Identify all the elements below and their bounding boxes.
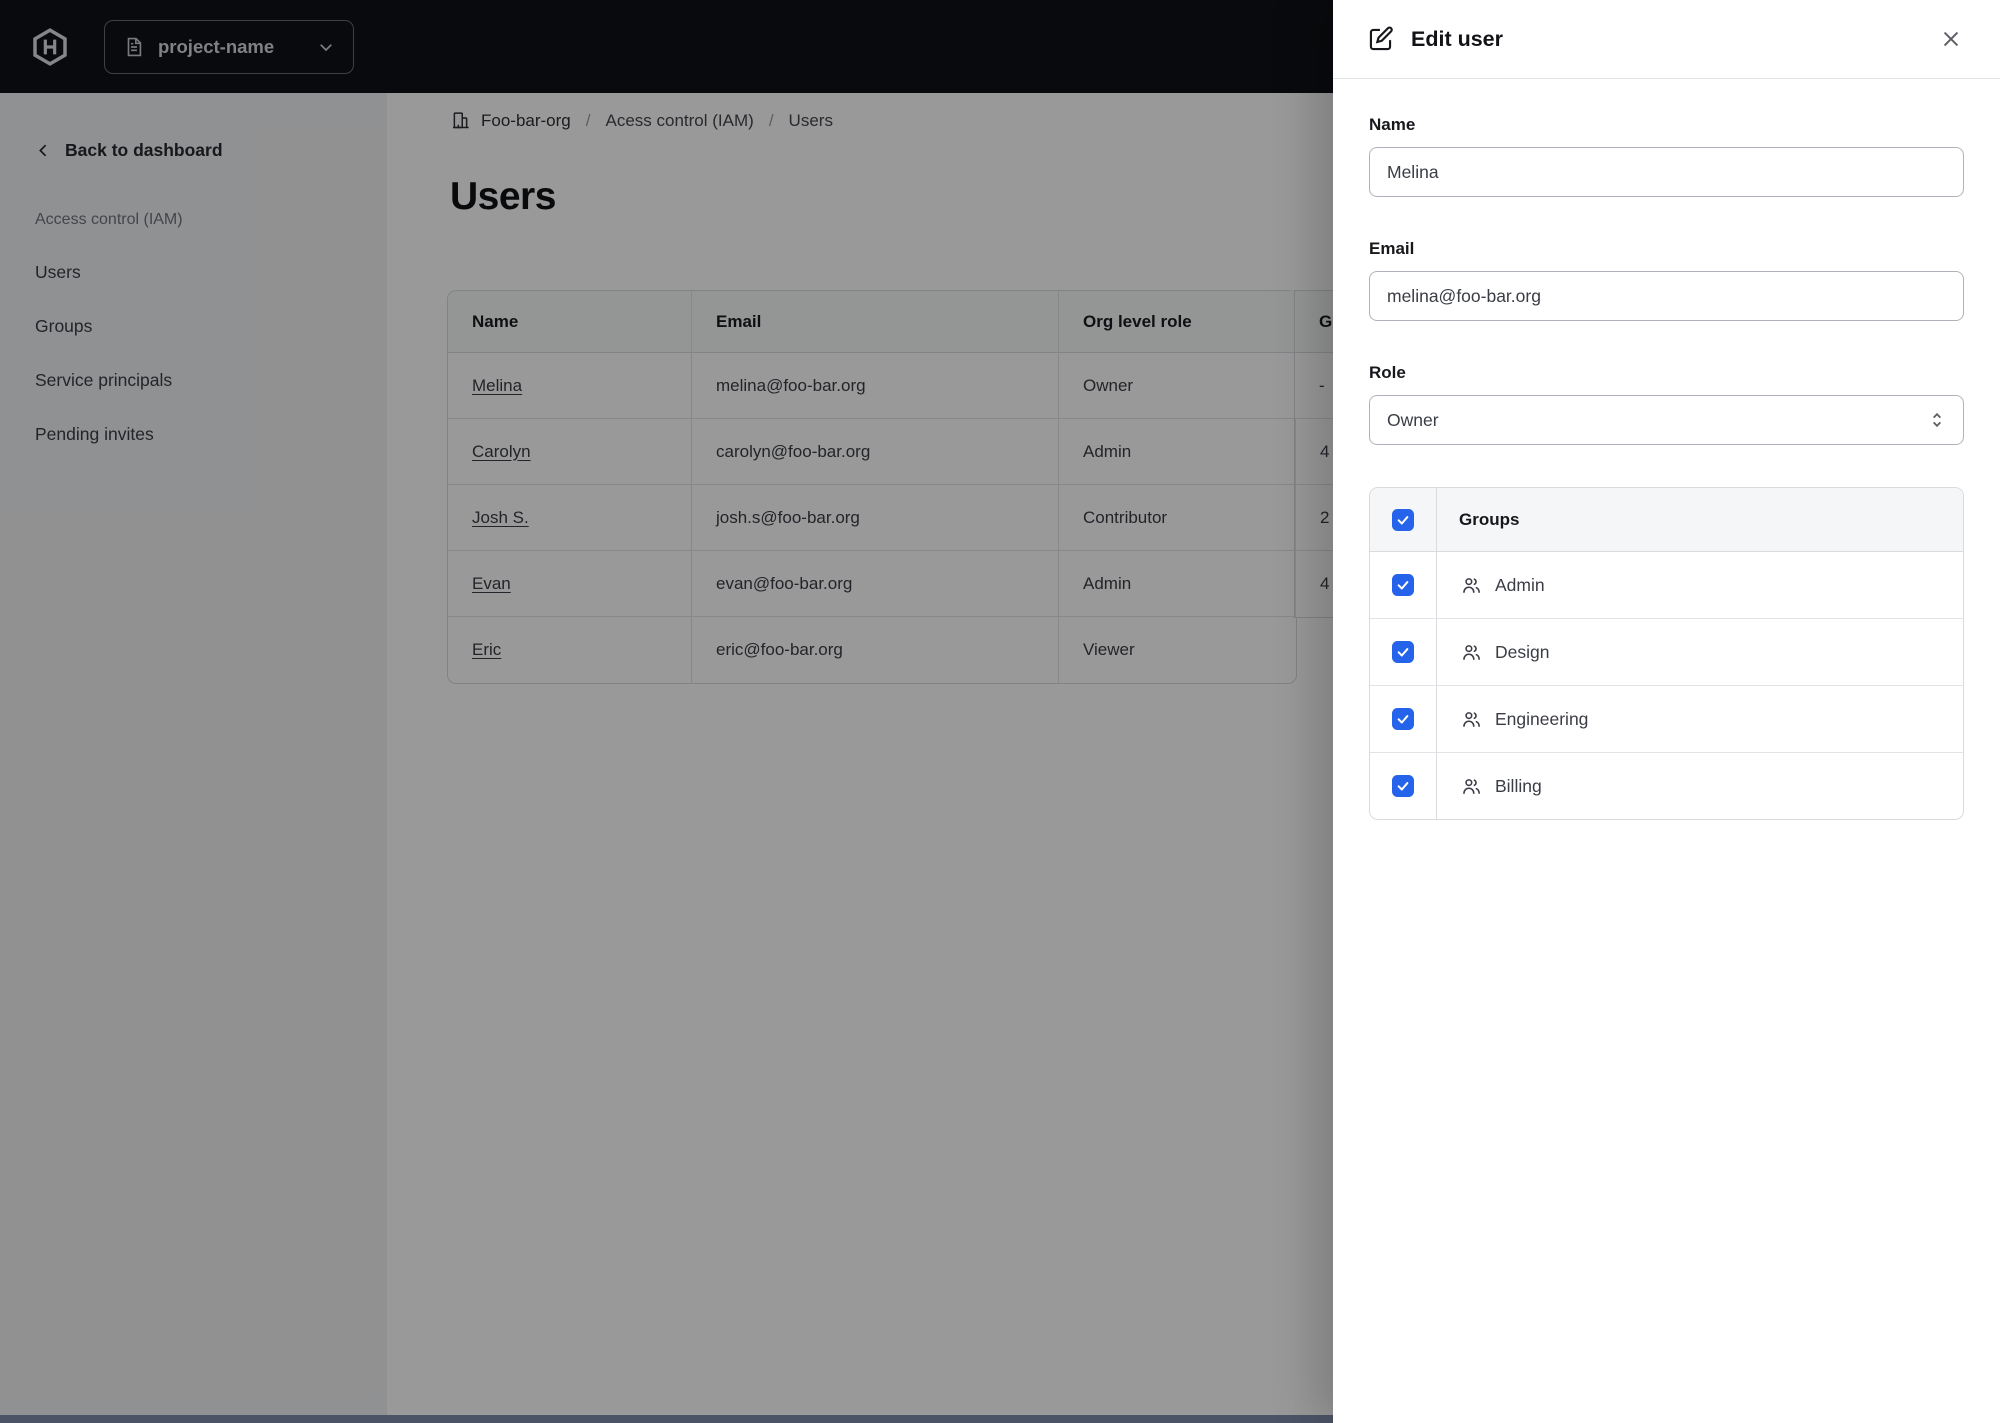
checkmark-icon [1397,581,1409,590]
groups-header-label: Groups [1459,509,1520,529]
group-checkbox-cell [1370,686,1437,752]
group-label: Billing [1495,775,1542,796]
drawer-header: Edit user [1333,0,2000,79]
group-row: Design [1370,619,1963,686]
role-select-value: Owner [1387,409,1439,430]
group-checkbox-cell [1370,619,1437,685]
email-field-group: Email [1369,239,1964,321]
role-field-label: Role [1369,363,1406,382]
select-updown-icon [1933,412,1941,428]
group-row-content: Engineering [1437,686,1963,752]
users-icon [1461,776,1482,797]
role-field-group: Role Owner [1369,363,1964,445]
checkmark-icon [1397,515,1409,524]
edit-user-drawer: Edit user Name Email Role Owner [1333,0,2000,1423]
group-checkbox-cell [1370,753,1437,819]
email-field-label: Email [1369,239,1415,258]
users-icon [1461,709,1482,730]
group-row-content: Design [1437,619,1963,685]
group-label: Design [1495,641,1550,662]
groups-checkbox-table: Groups Admin Design Engineering Billing [1369,487,1964,820]
drawer-body: Name Email Role Owner [1333,79,2000,820]
close-icon [1943,31,1959,47]
role-select[interactable]: Owner [1369,395,1964,445]
select-all-checkbox-cell [1370,488,1437,551]
group-checkbox[interactable] [1392,708,1414,730]
group-checkbox-cell [1370,552,1437,618]
group-label: Engineering [1495,708,1589,729]
users-icon [1463,778,1480,794]
group-checkbox[interactable] [1392,775,1414,797]
group-checkbox[interactable] [1392,641,1414,663]
close-button[interactable] [1936,24,1966,54]
users-icon [1461,575,1482,596]
group-row: Engineering [1370,686,1963,753]
checkmark-icon [1397,782,1409,791]
group-row: Admin [1370,552,1963,619]
users-icon [1461,642,1482,663]
groups-table-header: Groups [1370,488,1963,552]
name-input[interactable] [1369,147,1964,197]
group-row-content: Admin [1437,552,1963,618]
name-field-group: Name [1369,115,1964,197]
name-field-label: Name [1369,115,1416,134]
edit-icon [1369,26,1393,50]
users-icon [1463,711,1480,727]
groups-table-body: Admin Design Engineering Billing [1370,552,1963,819]
group-checkbox[interactable] [1392,574,1414,596]
email-input[interactable] [1369,271,1964,321]
checkmark-icon [1397,648,1409,657]
group-row-content: Billing [1437,753,1963,819]
users-icon [1463,577,1480,593]
group-label: Admin [1495,574,1545,595]
checkmark-icon [1397,715,1409,724]
select-all-checkbox[interactable] [1392,508,1414,531]
group-row: Billing [1370,753,1963,819]
users-icon [1463,644,1480,660]
drawer-title: Edit user [1411,26,1503,51]
app-window: project-name Back to dashboard Access co… [0,0,2000,1423]
